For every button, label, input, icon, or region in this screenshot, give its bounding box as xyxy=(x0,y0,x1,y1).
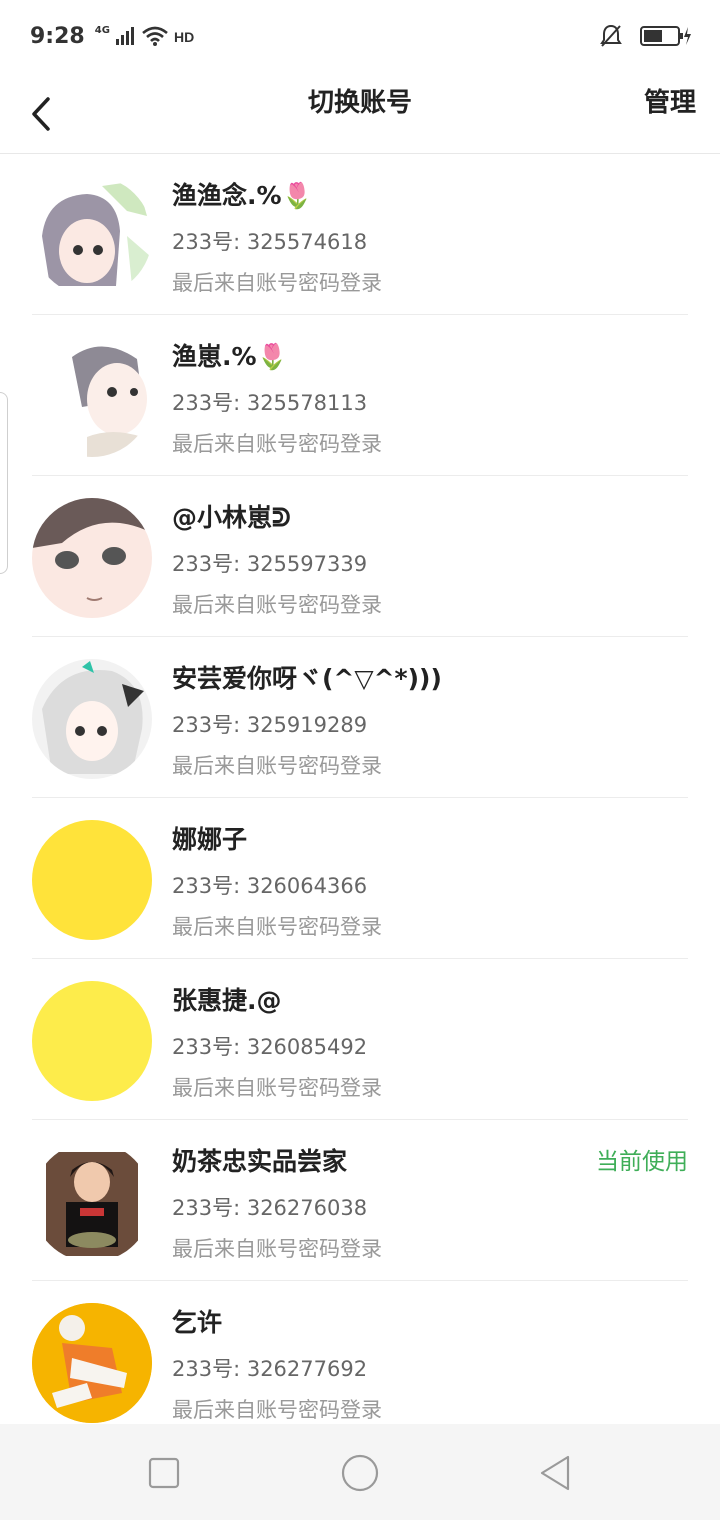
hd-icon: HD xyxy=(174,29,194,44)
svg-text:HD: HD xyxy=(174,29,194,44)
login-method: 最后来自账号密码登录 xyxy=(172,754,382,778)
account-id: 233号: 326277692 xyxy=(172,1357,368,1381)
avatar xyxy=(32,1303,152,1423)
login-method: 最后来自账号密码登录 xyxy=(172,915,382,939)
account-row[interactable]: 张惠捷.@ 233号: 326085492 最后来自账号密码登录 xyxy=(32,959,688,1120)
wifi-icon xyxy=(142,26,168,46)
account-row[interactable]: 乞许 233号: 326277692 最后来自账号密码登录 xyxy=(32,1281,688,1442)
mute-bell-icon xyxy=(600,24,622,47)
status-bar: 9:28 4G HD xyxy=(0,0,720,72)
login-method: 最后来自账号密码登录 xyxy=(172,271,382,295)
account-id: 233号: 325919289 xyxy=(172,713,368,737)
system-nav-bar xyxy=(0,1424,720,1520)
account-id: 233号: 325597339 xyxy=(172,552,368,576)
avatar xyxy=(32,981,152,1101)
account-id: 233号: 326064366 xyxy=(172,874,368,898)
account-row[interactable]: 娜娜子 233号: 326064366 最后来自账号密码登录 xyxy=(32,798,688,959)
cartoon-avatar-image xyxy=(32,1303,152,1423)
anime-avatar-image xyxy=(32,176,152,296)
account-name: 张惠捷.@ xyxy=(172,986,282,1015)
status-left: 9:28 4G HD xyxy=(30,24,196,49)
network-type-label: 4G xyxy=(94,24,110,36)
account-row[interactable]: 安芸爱你呀ヾ(^▽^*))) 233号: 325919289 最后来自账号密码登… xyxy=(32,637,688,798)
account-row[interactable]: @小林崽ᕲ 233号: 325597339 最后来自账号密码登录 xyxy=(32,476,688,637)
system-back-button[interactable] xyxy=(536,1454,576,1494)
login-method: 最后来自账号密码登录 xyxy=(172,1398,382,1422)
avatar xyxy=(32,1142,152,1262)
recent-apps-button[interactable] xyxy=(144,1454,184,1494)
anime-avatar-image xyxy=(32,498,152,618)
avatar xyxy=(32,659,152,779)
login-method: 最后来自账号密码登录 xyxy=(172,1076,382,1100)
account-name: @小林崽ᕲ xyxy=(172,503,291,532)
account-id: 233号: 325574618 xyxy=(172,230,368,254)
account-name: 奶茶忠实品尝家 xyxy=(172,1147,348,1176)
back-triangle-icon xyxy=(540,1455,570,1491)
account-id: 233号: 325578113 xyxy=(172,391,368,415)
anime-avatar-image xyxy=(32,337,152,457)
account-name: 安芸爱你呀ヾ(^▽^*))) xyxy=(172,664,442,693)
account-list: 渔渔念.%🌷 233号: 325574618 最后来自账号密码登录 渔崽.%🌷 … xyxy=(0,154,720,1442)
account-row[interactable]: 渔崽.%🌷 233号: 325578113 最后来自账号密码登录 xyxy=(32,315,688,476)
status-right xyxy=(600,24,692,48)
account-name: 乞许 xyxy=(172,1308,223,1337)
signal-icon xyxy=(115,27,134,45)
current-account-badge: 当前使用 xyxy=(596,1149,688,1175)
account-name: 渔渔念.%🌷 xyxy=(172,181,313,210)
account-name: 渔崽.%🌷 xyxy=(172,342,288,371)
manage-button[interactable]: 管理 xyxy=(644,72,696,134)
account-name: 娜娜子 xyxy=(172,825,248,854)
network-icons: 4G HD xyxy=(94,24,196,46)
account-row[interactable]: 奶茶忠实品尝家 233号: 326276038 最后来自账号密码登录 当前使用 xyxy=(32,1120,688,1281)
nav-bar: 切换账号 管理 xyxy=(0,72,720,154)
battery-icon xyxy=(640,26,691,46)
home-button[interactable] xyxy=(340,1454,380,1494)
anime-avatar-image xyxy=(32,659,152,779)
account-row[interactable]: 渔渔念.%🌷 233号: 325574618 最后来自账号密码登录 xyxy=(32,154,688,315)
home-icon xyxy=(341,1454,379,1492)
login-method: 最后来自账号密码登录 xyxy=(172,593,382,617)
page-title: 切换账号 xyxy=(307,88,412,118)
login-method: 最后来自账号密码登录 xyxy=(172,1237,382,1261)
account-id: 233号: 326085492 xyxy=(172,1035,368,1059)
avatar xyxy=(32,820,152,940)
avatar xyxy=(32,498,152,618)
account-id: 233号: 326276038 xyxy=(172,1196,368,1220)
avatar xyxy=(32,176,152,296)
photo-avatar-image xyxy=(32,1142,152,1262)
login-method: 最后来自账号密码登录 xyxy=(172,432,382,456)
avatar xyxy=(32,337,152,457)
recent-apps-icon xyxy=(148,1457,180,1489)
status-time: 9:28 xyxy=(30,23,85,49)
